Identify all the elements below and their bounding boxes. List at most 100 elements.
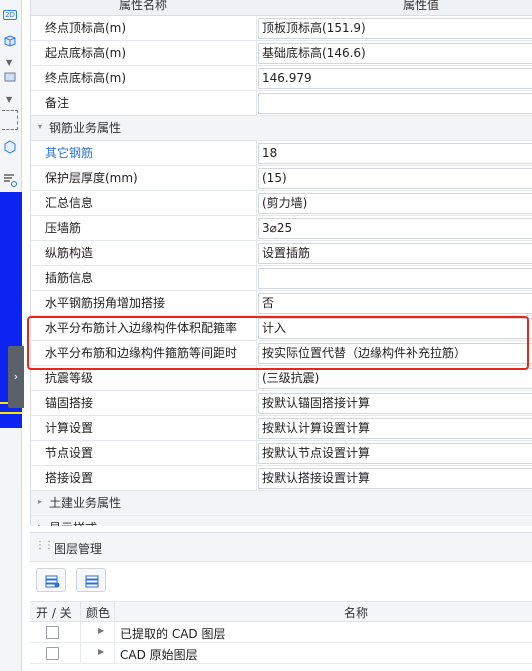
layer-name: CAD 原始图层 [120,648,198,662]
property-value-cell[interactable]: 基础底标高(146.6) [256,41,532,65]
property-value[interactable]: 按默认锚固搭接计算 [258,393,532,414]
list-eye-icon[interactable] [1,172,19,190]
property-row: 汇总信息 (剪力墙) [31,191,532,216]
property-name: 搭接设置 [45,471,94,485]
expand-caret-icon[interactable]: ▸ [38,522,42,526]
property-value[interactable]: 按默认计算设置计算 [258,418,532,439]
property-name: 纵筋构造 [45,246,94,260]
collapse-caret-icon[interactable]: ▾ [38,122,42,131]
header-name-col: 属性名称 [119,0,168,12]
property-value[interactable]: 顶板顶标高(151.9) [258,18,532,39]
property-row: 插筋信息 [31,266,532,291]
hexagon-view-icon[interactable] [1,140,19,158]
layer-row[interactable]: ▶ CAD 原始图层 [30,643,532,664]
property-value[interactable] [258,93,532,114]
property-value[interactable]: 否 [258,293,532,314]
property-value[interactable]: 设置插筋 [258,243,532,264]
expand-arrow-2-icon[interactable]: ▼ [6,95,12,104]
layer-list-button[interactable] [76,568,106,592]
property-value[interactable] [258,268,532,289]
canvas-line [0,412,22,414]
property-value-cell[interactable]: 按默认锚固搭接计算 [256,391,532,415]
property-value-cell[interactable]: 18 [256,141,532,165]
property-row: 压墙筋 3⌀25 [31,216,532,241]
property-row: 节点设置 按默认节点设置计算 [31,441,532,466]
property-value[interactable]: 按默认节点设置计算 [258,443,532,464]
layer-box-icon[interactable] [1,70,19,88]
layer-panel-title: 图层管理 [54,542,103,556]
group-rebar-properties[interactable]: ▾ 钢筋业务属性 [31,116,532,141]
property-value[interactable]: 18 [258,143,532,164]
property-name: 终点顶标高(m) [45,21,127,35]
group-label: 显示样式 [49,516,97,526]
expand-arrow-icon[interactable]: ▶ [98,626,104,635]
expand-arrow-icon[interactable]: ▼ [6,58,12,67]
view-2d-icon[interactable]: 2D [1,6,19,24]
layer-panel-titlebar[interactable]: ⋮⋮ 图层管理 [30,533,532,562]
property-name: 锚固搭接 [45,396,94,410]
layer-list-icon [85,575,99,588]
layer-row[interactable]: ▶ 已提取的 CAD 图层 [30,622,532,643]
property-value-cell[interactable] [256,266,532,290]
expand-caret-icon[interactable]: ▸ [38,497,42,506]
group-display-style[interactable]: ▸ 显示样式 [31,516,532,526]
highlight-annotation-frame [27,316,529,370]
drag-grip-icon[interactable]: ⋮⋮ [35,540,54,551]
left-toolbar: 2D ▼ ▼ [0,0,22,671]
property-row: 终点顶标高(m) 顶板顶标高(151.9) [31,16,532,41]
layer-management-panel: ⋮⋮ 图层管理 开 / 关 颜色 名称 ▶ 已提取的 CAD 图层 ▶ CAD … [30,532,532,671]
property-value-cell[interactable]: 3⌀25 [256,216,532,240]
properties-header: 属性名称 属性值 [31,0,532,16]
property-value-cell[interactable]: 顶板顶标高(151.9) [256,16,532,40]
col-color: 颜色 [86,606,111,620]
property-row: 搭接设置 按默认搭接设置计算 [31,466,532,491]
property-value-cell[interactable]: 146.979 [256,66,532,90]
layer-add-button[interactable] [36,568,66,592]
property-value-cell[interactable]: 按默认计算设置计算 [256,416,532,440]
property-value-cell[interactable]: 按默认搭接设置计算 [256,466,532,490]
column-divider [114,622,115,643]
property-value-cell[interactable]: 否 [256,291,532,315]
layer-visibility-checkbox[interactable] [46,647,59,660]
property-row: 备注 [31,91,532,116]
property-value[interactable]: (剪力墙) [258,193,532,214]
view-2d-label: 2D [3,10,17,20]
property-name: 终点底标高(m) [45,71,127,85]
property-name: 节点设置 [45,446,94,460]
property-value[interactable]: 基础底标高(146.6) [258,43,532,64]
property-row: 终点底标高(m) 146.979 [31,66,532,91]
property-row: 起点底标高(m) 基础底标高(146.6) [31,41,532,66]
property-value[interactable]: 3⌀25 [258,218,532,239]
property-value[interactable]: (15) [258,168,532,189]
group-label: 土建业务属性 [49,496,122,510]
property-name-link[interactable]: 其它钢筋 [31,141,256,165]
layer-visibility-checkbox[interactable] [46,626,59,639]
col-toggle: 开 / 关 [36,606,72,620]
column-divider [80,602,81,623]
property-value-cell[interactable] [256,91,532,115]
property-value[interactable]: (三级抗震) [258,368,532,389]
property-value-cell[interactable]: (15) [256,166,532,190]
column-divider [80,622,81,643]
expand-arrow-icon[interactable]: ▶ [98,647,104,656]
property-name: 保护层厚度(mm) [45,171,138,185]
header-value-col: 属性值 [403,0,440,12]
select-region-icon[interactable] [2,110,18,130]
property-name: 计算设置 [45,421,94,435]
property-row: 锚固搭接 按默认锚固搭接计算 [31,391,532,416]
group-civil-properties[interactable]: ▸ 土建业务属性 [31,491,532,516]
property-value[interactable]: 按默认搭接设置计算 [258,468,532,489]
col-name: 名称 [344,606,369,620]
property-value-cell[interactable]: 按默认节点设置计算 [256,441,532,465]
collapse-panel-button[interactable]: › [8,346,24,408]
property-name: 汇总信息 [45,196,94,210]
property-value-cell[interactable]: (剪力墙) [256,191,532,215]
cube-view-icon[interactable] [1,34,19,52]
group-label: 钢筋业务属性 [49,121,122,135]
property-row: 其它钢筋 18 [31,141,532,166]
properties-panel: 属性名称 属性值 终点顶标高(m) 顶板顶标高(151.9) 起点底标高(m) … [30,0,532,526]
column-divider [114,602,115,623]
property-value[interactable]: 146.979 [258,68,532,89]
property-name: 起点底标高(m) [45,46,127,60]
property-value-cell[interactable]: 设置插筋 [256,241,532,265]
